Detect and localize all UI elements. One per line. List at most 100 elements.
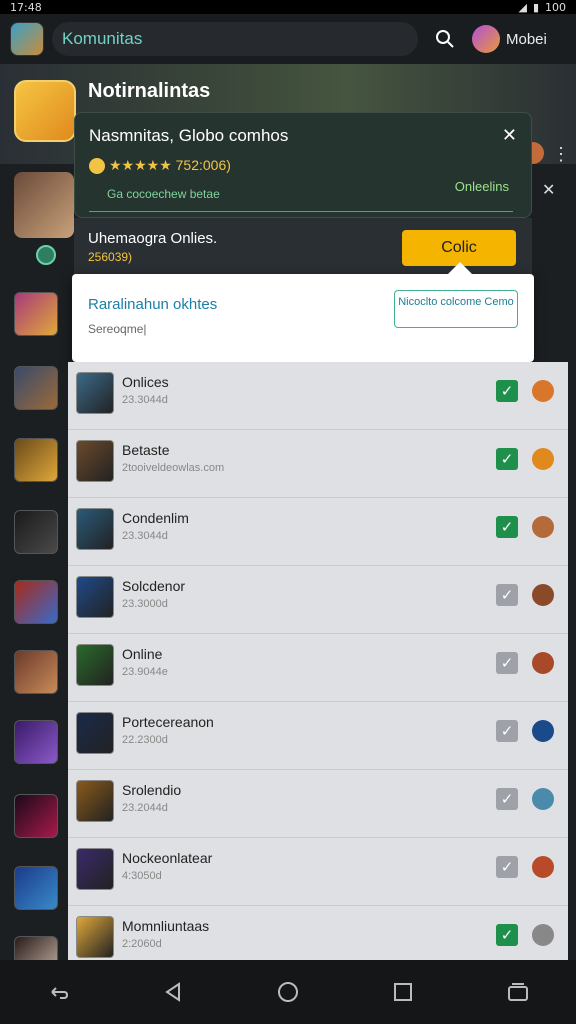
list-item[interactable]: Solcdenor 23.3000d ✓ bbox=[68, 566, 568, 634]
item-checkbox[interactable]: ✓ bbox=[496, 652, 518, 674]
item-avatar-icon[interactable] bbox=[532, 584, 554, 606]
nav-bar bbox=[0, 960, 576, 1024]
item-sub: 23.9044e bbox=[122, 666, 168, 678]
list-item[interactable]: Betaste 2tooiveldeowlas.com ✓ bbox=[68, 430, 568, 498]
more-options-icon[interactable]: ⋮ bbox=[552, 144, 570, 165]
search-field[interactable]: Komunitas bbox=[52, 22, 418, 56]
side-thumb[interactable] bbox=[14, 510, 58, 554]
item-checkbox[interactable]: ✓ bbox=[496, 924, 518, 946]
back-button[interactable] bbox=[40, 974, 76, 1010]
home-circle-icon bbox=[277, 982, 298, 1002]
online-row-sub: 256039) bbox=[88, 250, 133, 264]
recents-button[interactable] bbox=[385, 974, 421, 1010]
item-sub: 23.2044d bbox=[122, 802, 168, 814]
item-sub: 23.3044d bbox=[122, 530, 168, 542]
item-name: Portecereanon bbox=[122, 714, 214, 730]
notification-title: Nasmnitas, Globo comhos bbox=[89, 126, 289, 145]
item-sub: 23.3000d bbox=[122, 598, 168, 610]
avatar bbox=[472, 25, 500, 53]
item-name: Condenlim bbox=[122, 510, 189, 526]
side-thumb[interactable] bbox=[14, 366, 58, 410]
side-thumb[interactable] bbox=[14, 650, 58, 694]
item-name: Solcdenor bbox=[122, 578, 185, 594]
list-item[interactable]: Onlices 23.3044d ✓ bbox=[68, 362, 568, 430]
item-thumbnail bbox=[76, 848, 114, 890]
status-bar: 17:48 ◢ ▮ 100 bbox=[0, 0, 576, 14]
item-sub: 22.2300d bbox=[122, 734, 168, 746]
close-icon[interactable]: ✕ bbox=[502, 125, 517, 146]
item-avatar-icon[interactable] bbox=[532, 720, 554, 742]
item-sub: 2:2060d bbox=[122, 938, 162, 950]
item-sub: 2tooiveldeowlas.com bbox=[122, 462, 225, 474]
status-time: 17:48 bbox=[10, 0, 42, 14]
item-checkbox[interactable]: ✓ bbox=[496, 584, 518, 606]
community-logo bbox=[14, 80, 76, 142]
item-avatar-icon[interactable] bbox=[532, 856, 554, 878]
search-field-text: Komunitas bbox=[62, 29, 143, 48]
list-item[interactable]: Momnliuntaas 2:2060d ✓ bbox=[68, 906, 568, 960]
item-avatar-icon[interactable] bbox=[532, 380, 554, 402]
list-item[interactable]: Online 23.9044e ✓ bbox=[68, 634, 568, 702]
app-logo[interactable] bbox=[10, 22, 44, 56]
side-thumb[interactable] bbox=[14, 794, 58, 838]
item-checkbox[interactable]: ✓ bbox=[496, 788, 518, 810]
item-thumbnail bbox=[76, 916, 114, 958]
item-avatar-icon[interactable] bbox=[532, 448, 554, 470]
popup-button[interactable]: Nicoclto colcome Cemo bbox=[394, 290, 518, 328]
status-icons: ◢ ▮ 100 bbox=[518, 1, 566, 14]
home-button[interactable] bbox=[270, 974, 306, 1010]
item-checkbox[interactable]: ✓ bbox=[496, 856, 518, 878]
item-checkbox[interactable]: ✓ bbox=[496, 720, 518, 742]
side-thumb-large[interactable] bbox=[14, 172, 74, 238]
item-thumbnail bbox=[76, 712, 114, 754]
item-name-text: Portecereanon bbox=[122, 714, 214, 730]
item-avatar-icon[interactable] bbox=[532, 788, 554, 810]
item-name: Momnliuntaas bbox=[122, 918, 209, 934]
item-name-text: Online bbox=[122, 646, 163, 662]
item-name-text: Condenlim bbox=[122, 510, 189, 526]
triangle-button[interactable] bbox=[155, 974, 191, 1010]
item-name-text: Momnliuntaas bbox=[122, 918, 210, 934]
item-name-text: Onlices bbox=[122, 374, 169, 390]
rating: ★★★★★ 752:006) bbox=[89, 157, 231, 174]
side-thumb[interactable] bbox=[14, 866, 58, 910]
item-sub: 4:3050d bbox=[122, 870, 162, 882]
item-thumbnail bbox=[76, 372, 114, 414]
user-name: Mobei bbox=[506, 30, 547, 48]
popup-sub: Sereoqme| bbox=[88, 322, 147, 336]
item-checkbox[interactable]: ✓ bbox=[496, 516, 518, 538]
side-thumb[interactable] bbox=[14, 720, 58, 764]
list-item[interactable]: Srolendio 23.2044d ✓ bbox=[68, 770, 568, 838]
list-item[interactable]: Nockeonlatear 4:3050d ✓ bbox=[68, 838, 568, 906]
colic-button[interactable]: Colic bbox=[402, 230, 516, 266]
item-thumbnail bbox=[76, 576, 114, 618]
item-thumbnail bbox=[76, 440, 114, 482]
side-thumb[interactable] bbox=[14, 438, 58, 482]
list-item[interactable]: Condenlim 23.3044d ✓ bbox=[68, 498, 568, 566]
window-button[interactable] bbox=[500, 974, 536, 1010]
search-button[interactable] bbox=[432, 26, 458, 52]
item-name-text: Solcdenor bbox=[122, 578, 186, 594]
rating-text: ★★★★★ 752:006) bbox=[109, 157, 231, 173]
app-bar: Komunitas Mobei bbox=[0, 14, 576, 64]
item-name: Betaste bbox=[122, 442, 169, 458]
item-name: Nockeonlatear bbox=[122, 850, 212, 866]
side-thumb[interactable] bbox=[14, 292, 58, 336]
user-menu[interactable]: Mobei bbox=[472, 25, 547, 53]
back-icon bbox=[50, 987, 68, 999]
item-thumbnail bbox=[76, 644, 114, 686]
item-name-text: Nockeonlatear bbox=[122, 850, 213, 866]
item-avatar-icon[interactable] bbox=[532, 924, 554, 946]
list-item[interactable]: Portecereanon 22.2300d ✓ bbox=[68, 702, 568, 770]
close-icon[interactable]: ✕ bbox=[542, 180, 555, 200]
popup-title: Raralinahun okhtes bbox=[88, 296, 218, 313]
battery-level: 100 bbox=[545, 0, 566, 14]
item-checkbox[interactable]: ✓ bbox=[496, 380, 518, 402]
item-avatar-icon[interactable] bbox=[532, 516, 554, 538]
side-thumb[interactable] bbox=[14, 580, 58, 624]
item-avatar-icon[interactable] bbox=[532, 652, 554, 674]
square-icon bbox=[394, 983, 413, 1001]
item-name: Onlices bbox=[122, 374, 169, 390]
item-name-text: Srolendio bbox=[122, 782, 182, 798]
item-checkbox[interactable]: ✓ bbox=[496, 448, 518, 470]
